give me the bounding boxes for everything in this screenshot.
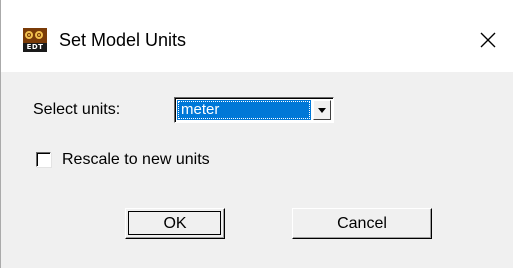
set-model-units-dialog: EDT Set Model Units Select units: meter … bbox=[0, 0, 513, 268]
rescale-checkbox[interactable] bbox=[36, 152, 51, 167]
app-icon-text: EDT bbox=[23, 43, 47, 52]
ok-button-label: OK bbox=[163, 215, 187, 232]
window-title: Set Model Units bbox=[59, 30, 187, 50]
chevron-down-icon bbox=[318, 108, 326, 113]
dialog-body: Select units: meter Rescale to new units… bbox=[1, 72, 513, 268]
rescale-checkbox-label[interactable]: Rescale to new units bbox=[62, 150, 210, 170]
units-dropdown[interactable]: meter bbox=[174, 97, 334, 123]
title-bar[interactable]: EDT Set Model Units bbox=[1, 0, 513, 72]
app-icon-lens-right bbox=[35, 31, 43, 39]
cancel-button-label: Cancel bbox=[337, 215, 387, 232]
close-button[interactable] bbox=[474, 26, 502, 54]
close-icon bbox=[480, 32, 496, 48]
cancel-button[interactable]: Cancel bbox=[292, 208, 432, 239]
units-dropdown-value[interactable]: meter bbox=[177, 100, 311, 120]
app-icon-lens-left bbox=[25, 31, 33, 39]
ok-button[interactable]: OK bbox=[125, 208, 225, 239]
edt-app-icon: EDT bbox=[23, 28, 47, 52]
units-dropdown-button[interactable] bbox=[313, 100, 331, 120]
select-units-label: Select units: bbox=[33, 101, 121, 118]
